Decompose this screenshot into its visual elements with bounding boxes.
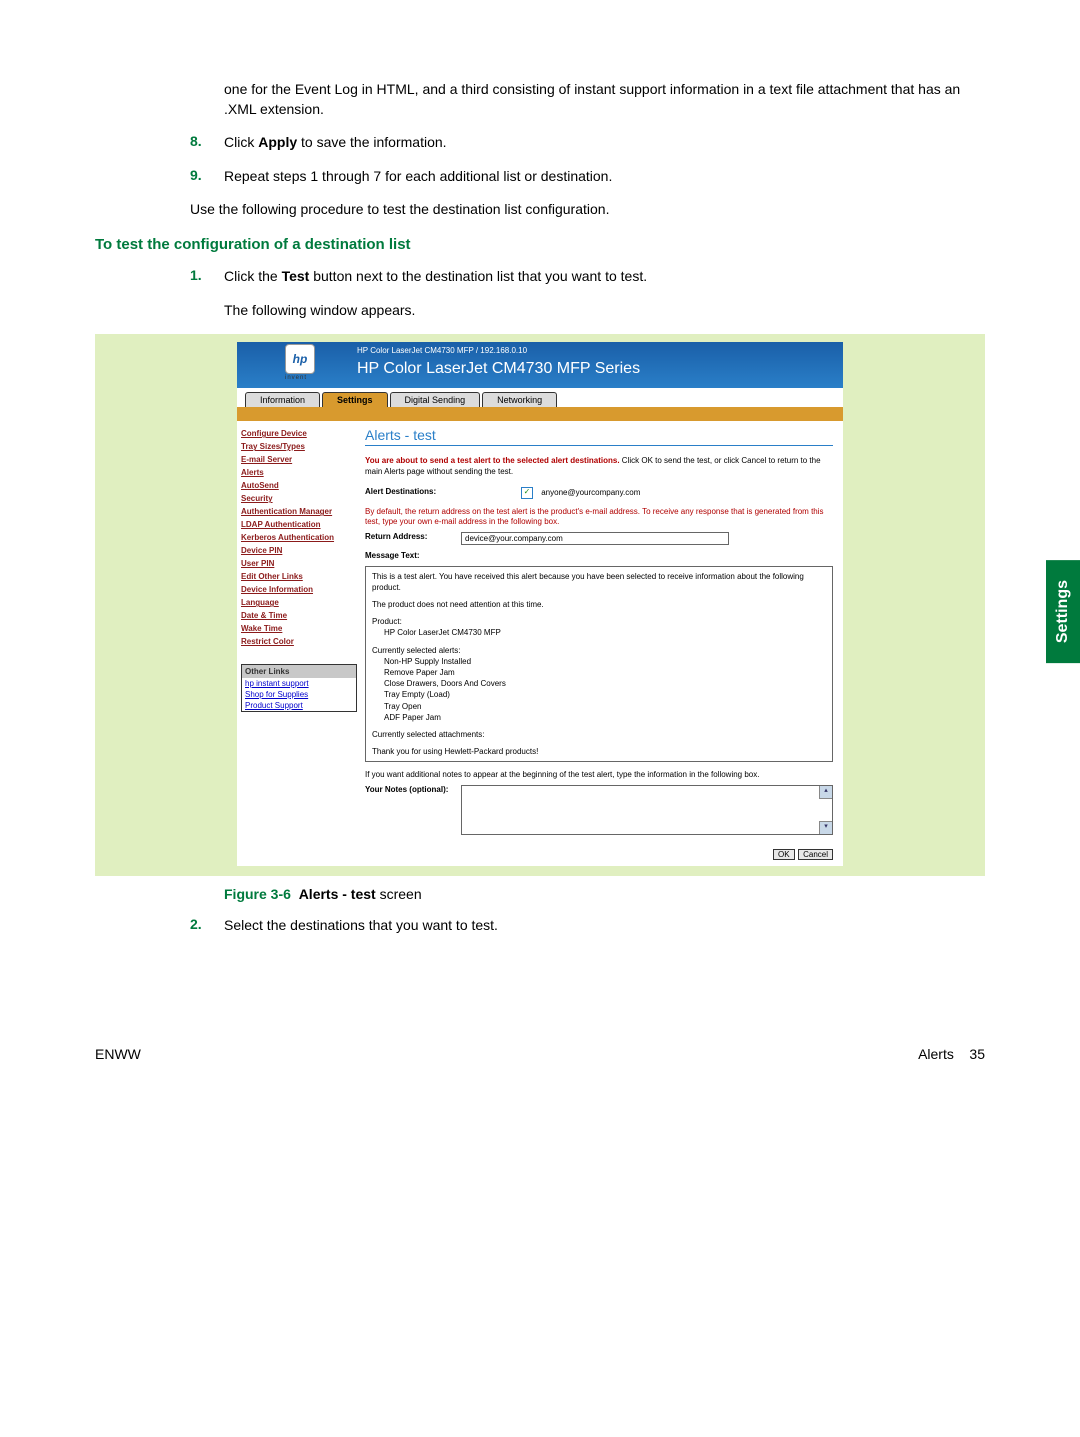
sidebar-item-user-pin[interactable]: User PIN [241,557,357,570]
alert-dest-checkbox[interactable]: ✓ [521,487,533,499]
device-title: HP Color LaserJet CM4730 MFP Series [357,360,640,378]
your-notes-textarea[interactable]: ▴ ▾ [461,785,833,835]
step: 9.Repeat steps 1 through 7 for each addi… [190,167,985,187]
your-notes-label: Your Notes (optional): [365,785,461,794]
selected-alert-item: Non-HP Supply Installed [372,656,826,667]
scroll-down-icon[interactable]: ▾ [819,821,832,834]
other-link-hp-instant-support[interactable]: hp instant support [242,678,356,689]
step-body: Select the destinations that you want to… [224,916,985,936]
sidebar-item-tray-sizes-types[interactable]: Tray Sizes/Types [241,440,357,453]
step: 2.Select the destinations that you want … [190,916,985,936]
sidebar-item-edit-other-links[interactable]: Edit Other Links [241,570,357,583]
sidebar-item-authentication-manager[interactable]: Authentication Manager [241,505,357,518]
sidebar-item-e-mail-server[interactable]: E-mail Server [241,453,357,466]
tab-networking[interactable]: Networking [482,392,557,407]
tab-settings[interactable]: Settings [322,392,388,407]
footer-left: ENWW [95,1046,141,1062]
sidebar-item-restrict-color[interactable]: Restrict Color [241,635,357,648]
heading-test-config: To test the configuration of a destinati… [95,236,985,253]
sidebar-item-security[interactable]: Security [241,492,357,505]
selected-alert-item: ADF Paper Jam [372,712,826,723]
sidebar-item-wake-time[interactable]: Wake Time [241,622,357,635]
sidebar-item-device-pin[interactable]: Device PIN [241,544,357,557]
step-body: Click the Test button next to the destin… [224,267,985,320]
cancel-button[interactable]: Cancel [798,849,833,860]
selected-alert-item: Tray Empty (Load) [372,689,826,700]
figure-caption: Figure 3-6 Alerts - test screen [224,886,985,902]
step: 8.Click Apply to save the information. [190,133,985,153]
side-tab-settings: Settings [1046,560,1080,663]
notes-prompt: If you want additional notes to appear a… [365,770,833,779]
other-link-product-support[interactable]: Product Support [242,700,356,711]
selected-alert-item: Remove Paper Jam [372,667,826,678]
tab-digital-sending[interactable]: Digital Sending [390,392,481,407]
hp-logo-icon: hp [285,344,315,374]
sidebar-item-ldap-authentication[interactable]: LDAP Authentication [241,518,357,531]
scroll-up-icon[interactable]: ▴ [819,786,832,799]
active-tab-bar [237,407,843,421]
sidebar-item-autosend[interactable]: AutoSend [241,479,357,492]
step-number: 2. [190,916,224,936]
device-address-line: HP Color LaserJet CM4730 MFP / 192.168.0… [357,346,527,355]
alert-dest-label: Alert Destinations: [365,487,461,496]
other-links-title: Other Links [242,665,356,678]
other-link-shop-for-supplies[interactable]: Shop for Supplies [242,689,356,700]
step: 1.Click the Test button next to the dest… [190,267,985,320]
sidebar-item-alerts[interactable]: Alerts [241,466,357,479]
screenshot-figure: hp invent HP Color LaserJet CM4730 MFP /… [95,334,985,876]
step-number: 8. [190,133,224,153]
warn-text: You are about to send a test alert to th… [365,456,833,477]
sidebar-item-configure-device[interactable]: Configure Device [241,427,357,440]
panel-title: Alerts - test [365,427,833,446]
main-panel: Alerts - test You are about to send a te… [361,421,843,866]
sidebar-item-date-time[interactable]: Date & Time [241,609,357,622]
step-number: 1. [190,267,224,320]
message-text-label: Message Text: [365,551,461,560]
step-number: 9. [190,167,224,187]
tab-information[interactable]: Information [245,392,320,407]
para-after-top-steps: Use the following procedure to test the … [190,200,985,220]
return-address-input[interactable]: device@your.company.com [461,532,729,545]
hp-invent-label: invent [285,375,307,381]
sidebar-item-device-information[interactable]: Device Information [241,583,357,596]
selected-alert-item: Tray Open [372,701,826,712]
return-address-label: Return Address: [365,532,461,541]
step-body: Repeat steps 1 through 7 for each additi… [224,167,985,187]
tab-bar: InformationSettingsDigital SendingNetwor… [237,388,843,407]
message-text-box: This is a test alert. You have received … [365,566,833,763]
sidebar-item-kerberos-authentication[interactable]: Kerberos Authentication [241,531,357,544]
alert-dest-value: anyone@yourcompany.com [541,488,640,497]
ss-header: hp invent HP Color LaserJet CM4730 MFP /… [237,342,843,388]
footer-right: Alerts 35 [918,1046,985,1062]
sidebar-item-language[interactable]: Language [241,596,357,609]
step-body: Click Apply to save the information. [224,133,985,153]
ok-button[interactable]: OK [773,849,795,860]
selected-alert-item: Close Drawers, Doors And Covers [372,678,826,689]
return-note: By default, the return address on the te… [365,507,833,528]
sidebar: Configure DeviceTray Sizes/TypesE-mail S… [237,421,361,866]
intro-trailing: one for the Event Log in HTML, and a thi… [224,80,985,119]
